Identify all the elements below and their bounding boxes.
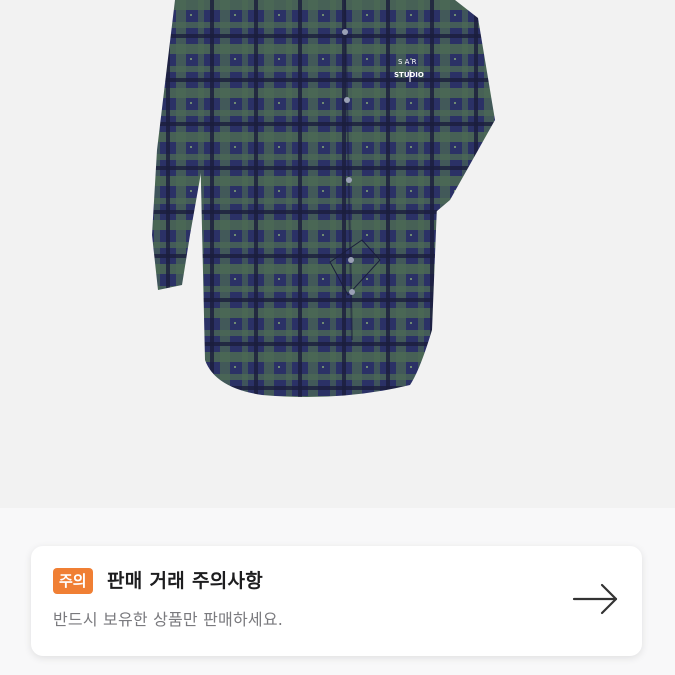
notice-description: 반드시 보유한 상품만 판매하세요.: [53, 610, 284, 629]
notice-badge: 주의: [53, 568, 93, 594]
plaid-shirt-illustration: S A R STUDIO: [152, 0, 495, 398]
product-image[interactable]: S A R STUDIO: [0, 0, 675, 508]
notice-title: 판매 거래 주의사항: [107, 570, 264, 592]
notice-card[interactable]: 주의 판매 거래 주의사항 반드시 보유한 상품만 판매하세요.: [31, 546, 642, 656]
logo-text-bottom: STUDIO: [394, 71, 424, 79]
arrow-right-icon[interactable]: [572, 582, 620, 616]
logo-text-top: S A R: [398, 58, 417, 66]
